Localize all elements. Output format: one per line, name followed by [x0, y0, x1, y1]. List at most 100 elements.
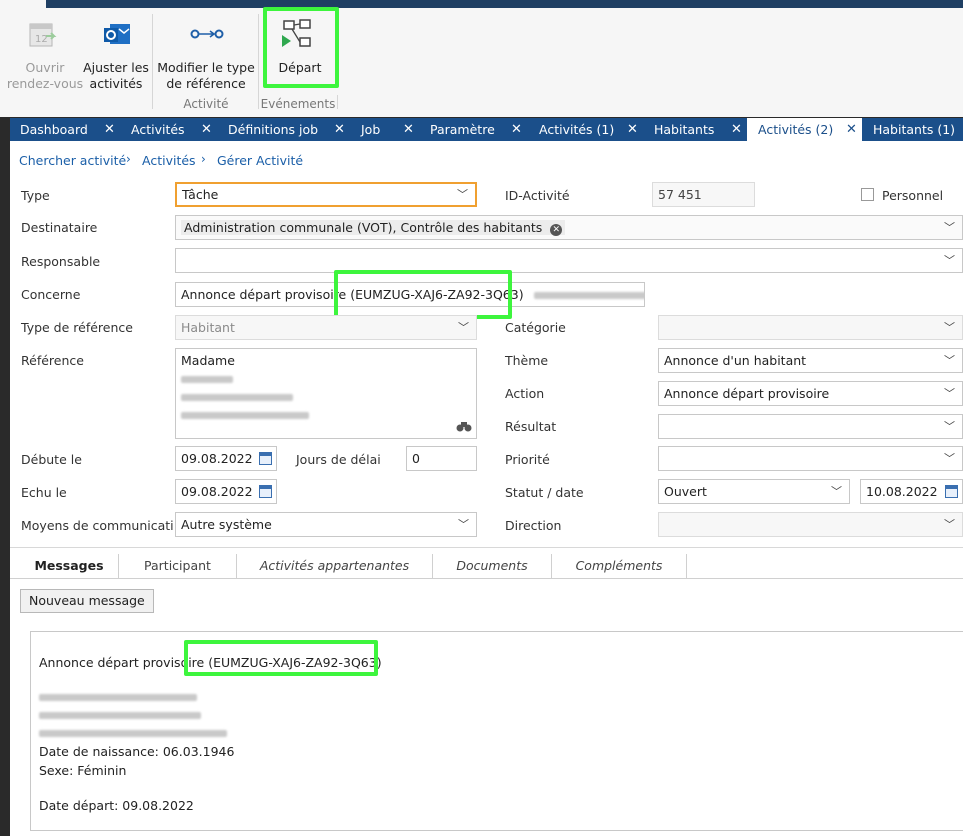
tab-close-icon[interactable]: ✕	[104, 118, 115, 141]
action-value: Annonce départ provisoire	[664, 386, 830, 401]
chevron-down-icon: ﹀	[944, 354, 955, 367]
adjust-activities-label-1: Ajuster les	[83, 60, 149, 75]
chevron-down-icon: ﹀	[944, 518, 955, 531]
categorie-select: ﹀	[658, 315, 963, 340]
priorite-select[interactable]: ﹀	[658, 446, 963, 471]
adjust-activities-button[interactable]: Ajuster les activités	[82, 12, 150, 92]
tab-close-icon[interactable]: ✕	[731, 118, 742, 141]
chevron-right-icon: ›	[201, 152, 206, 166]
ribbon-group-activite: Activité	[183, 97, 229, 111]
theme-select[interactable]: Annonce d'un habitant ﹀	[658, 348, 963, 373]
chevron-down-icon: ﹀	[457, 188, 468, 201]
moyens-label: Moyens de communicatio	[21, 518, 173, 533]
tab-habitants-1[interactable]: Habitants (1)	[873, 118, 955, 141]
echu-date-input[interactable]: 09.08.2022	[175, 479, 277, 504]
direction-label: Direction	[505, 518, 562, 533]
tab-close-icon[interactable]: ✕	[403, 118, 414, 141]
calendar-icon[interactable]	[945, 485, 958, 498]
redacted-text	[533, 292, 644, 299]
change-reference-type-label-1: Modifier le type	[157, 60, 255, 75]
responsable-select[interactable]: ﹀	[175, 248, 963, 273]
action-label: Action	[505, 386, 545, 401]
section-divider	[10, 547, 963, 548]
statut-date-input[interactable]: 10.08.2022	[860, 479, 963, 504]
resultat-label: Résultat	[505, 419, 557, 434]
message-content: Annonce départ provisoire (EUMZUG-XAJ6-Z…	[30, 631, 963, 831]
type-value: Tâche	[182, 187, 219, 202]
statut-select[interactable]: Ouvert ﹀	[658, 479, 850, 504]
tab-messages[interactable]: Messages	[20, 554, 119, 578]
redacted-text	[181, 394, 293, 401]
remove-chip-icon[interactable]: ✕	[550, 224, 563, 236]
moyens-select[interactable]: Autre système ﹀	[175, 512, 477, 537]
theme-label: Thème	[505, 353, 549, 368]
jours-delai-input[interactable]: 0	[406, 446, 477, 471]
tab-close-icon[interactable]: ✕	[511, 118, 522, 141]
breadcrumb-item[interactable]: Chercher activité	[19, 153, 126, 168]
ribbon: 12 Ouvrir rendez-vous Ajuster les activi…	[0, 0, 963, 117]
personnel-label: Personnel	[882, 188, 944, 203]
chevron-down-icon: ﹀	[944, 254, 955, 267]
tab-close-icon[interactable]: ✕	[846, 118, 857, 141]
destinataire-select[interactable]: Administration communale (VOT), Contrôle…	[175, 215, 963, 240]
tab-complements[interactable]: Compléments	[552, 554, 687, 578]
window-title-bar	[46, 0, 963, 8]
reference-line-1: Madame	[181, 353, 235, 368]
reference-textarea[interactable]: Madame	[175, 348, 477, 439]
change-reference-type-button[interactable]: Modifier le type de référence	[156, 12, 256, 92]
svg-text:12: 12	[35, 34, 48, 45]
destinataire-label: Destinataire	[21, 220, 98, 235]
chevron-down-icon: ﹀	[458, 518, 469, 531]
type-select[interactable]: Tâche ﹀	[175, 182, 477, 207]
resultat-select[interactable]: ﹀	[658, 414, 963, 439]
debute-date-input[interactable]: 09.08.2022	[175, 446, 277, 471]
echu-value: 09.08.2022	[181, 484, 253, 499]
tab-job[interactable]: Job	[361, 118, 380, 141]
redacted-text	[181, 412, 309, 419]
open-appointment-button[interactable]: 12 Ouvrir rendez-vous	[0, 12, 83, 92]
highlight-depart-button	[263, 7, 339, 88]
message-departure-date: Date départ: 09.08.2022	[39, 798, 194, 813]
message-birth-date: Date de naissance: 06.03.1946	[39, 744, 235, 759]
tab-close-icon[interactable]: ✕	[334, 118, 345, 141]
moyens-value: Autre système	[181, 517, 272, 532]
jours-delai-value: 0	[412, 451, 420, 466]
theme-value: Annonce d'un habitant	[664, 353, 807, 368]
tab-activites[interactable]: Activités	[131, 118, 185, 141]
new-message-button[interactable]: Nouveau message	[20, 589, 154, 613]
reference-label: Référence	[21, 353, 84, 368]
ribbon-separator	[337, 95, 338, 109]
tab-close-icon[interactable]: ✕	[627, 118, 638, 141]
tab-activites-1[interactable]: Activités (1)	[539, 118, 614, 141]
action-select[interactable]: Annonce départ provisoire ﹀	[658, 381, 963, 406]
tab-documents[interactable]: Documents	[433, 554, 552, 578]
calendar-icon[interactable]	[259, 452, 272, 465]
tab-definitions-job[interactable]: Définitions job	[228, 118, 318, 141]
tab-habitants[interactable]: Habitants	[654, 118, 714, 141]
tab-dashboard[interactable]: Dashboard	[20, 118, 88, 141]
outlook-icon	[104, 24, 130, 44]
tab-close-icon[interactable]: ✕	[201, 118, 212, 141]
statut-value: Ouvert	[664, 484, 707, 499]
direction-select: ﹀	[658, 512, 963, 537]
link-nodes-icon	[190, 29, 224, 39]
calendar-open-icon: 12	[29, 23, 57, 47]
type-reference-label: Type de référence	[21, 320, 133, 335]
binoculars-icon[interactable]	[456, 421, 472, 432]
calendar-icon[interactable]	[259, 485, 272, 498]
tab-activites-2[interactable]: Activités (2)	[747, 118, 862, 141]
open-appointment-label-2: rendez-vous	[6, 76, 84, 91]
activity-form-panel: Chercher activité › Activités › Gérer Ac…	[10, 141, 963, 836]
statut-date-value: 10.08.2022	[866, 484, 938, 499]
tab-participant[interactable]: Participant	[119, 554, 237, 578]
statut-label: Statut / date	[505, 485, 584, 500]
ribbon-separator	[258, 14, 259, 109]
tab-parametre[interactable]: Paramètre	[430, 118, 495, 141]
personnel-checkbox[interactable]	[861, 188, 874, 201]
chevron-down-icon: ﹀	[944, 221, 955, 234]
message-sex: Sexe: Féminin	[39, 763, 127, 778]
highlight-concerne-reference	[334, 270, 512, 319]
chevron-down-icon: ﹀	[944, 321, 955, 334]
tab-activites-appartenantes[interactable]: Activités appartenantes	[237, 554, 433, 578]
breadcrumb-item[interactable]: Activités	[142, 153, 196, 168]
